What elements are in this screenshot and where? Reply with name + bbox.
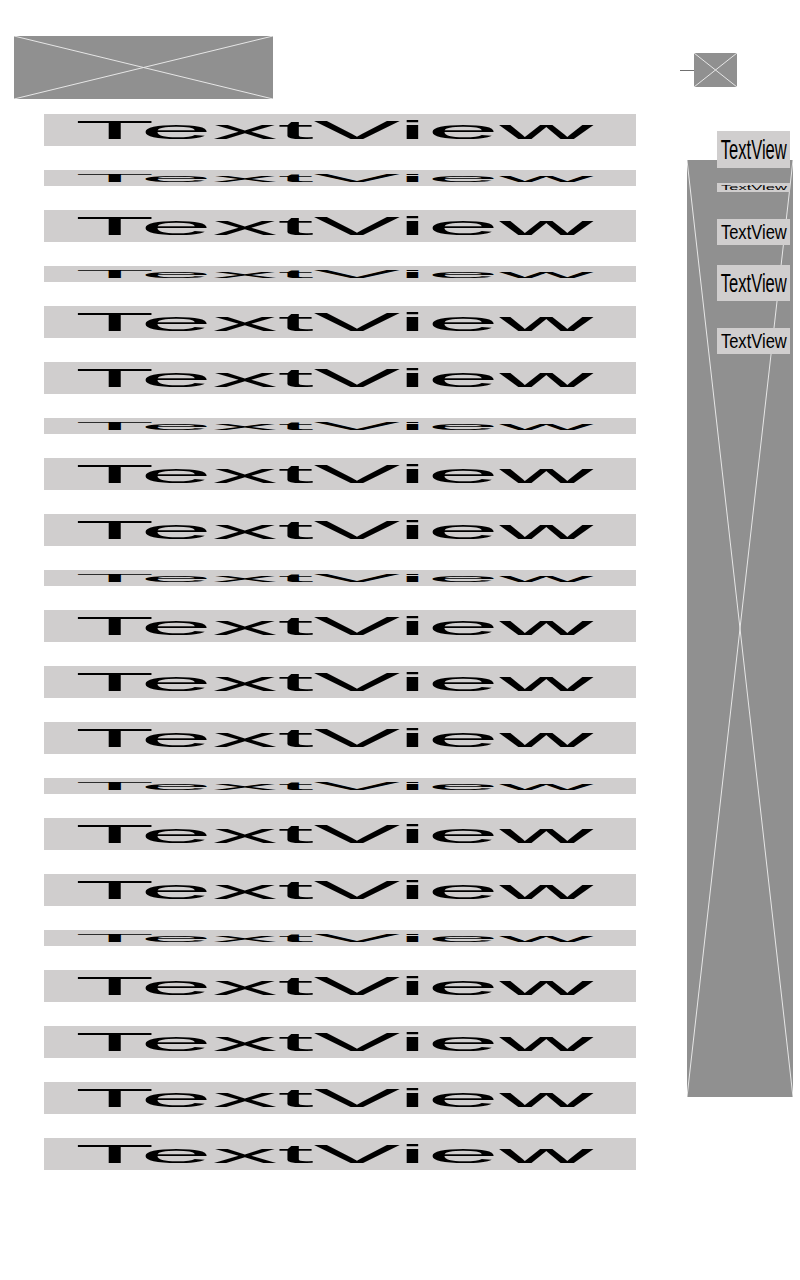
connector-line	[680, 70, 694, 71]
text-view[interactable]: TextView	[44, 306, 636, 338]
text-view-label: TextView	[75, 1141, 593, 1167]
text-view[interactable]: TextView	[44, 874, 636, 906]
text-view[interactable]: TextView	[44, 666, 636, 698]
text-view-label: TextView	[75, 877, 593, 903]
text-view[interactable]: TextView	[44, 418, 636, 434]
text-view-label: TextView	[75, 1085, 593, 1111]
text-view[interactable]: TextView	[44, 610, 636, 642]
text-view[interactable]: TextView	[44, 570, 636, 586]
right-text-stack: TextView TextView TextView TextView TextView	[717, 131, 790, 354]
text-view-label: TextView	[75, 933, 593, 944]
text-view[interactable]: TextView	[717, 183, 790, 192]
text-view-label: TextView	[721, 270, 787, 296]
right-column: TextView TextView TextView TextView TextView	[660, 0, 800, 1280]
text-view-label: TextView	[75, 725, 593, 751]
text-view-label: TextView	[75, 461, 593, 487]
text-view-list: TextView TextView TextView TextView TextView…	[44, 114, 636, 1170]
text-view[interactable]: TextView	[44, 266, 636, 282]
text-view[interactable]: TextView	[44, 458, 636, 490]
text-view-label: TextView	[75, 365, 593, 391]
text-view-label: TextView	[721, 331, 787, 351]
text-view-label: TextView	[75, 781, 593, 792]
text-view[interactable]: TextView	[44, 514, 636, 546]
text-view[interactable]: TextView	[717, 131, 790, 168]
text-view-label: TextView	[75, 613, 593, 639]
text-view[interactable]: TextView	[717, 328, 790, 354]
small-image-view[interactable]	[694, 53, 737, 87]
text-view-label: TextView	[721, 136, 787, 164]
text-view-label: TextView	[75, 821, 593, 847]
text-view[interactable]: TextView	[44, 970, 636, 1002]
text-view[interactable]: TextView	[44, 1082, 636, 1114]
placeholder-cross-icon	[694, 53, 737, 87]
text-view[interactable]: TextView	[44, 722, 636, 754]
text-view-label: TextView	[75, 269, 593, 280]
small-image-row	[680, 53, 800, 87]
text-view-label: TextView	[75, 573, 593, 584]
text-view[interactable]: TextView	[44, 778, 636, 794]
text-view[interactable]: TextView	[44, 930, 636, 946]
text-view-label: TextView	[721, 184, 787, 192]
text-view[interactable]: TextView	[44, 114, 636, 146]
text-view-label: TextView	[75, 973, 593, 999]
text-view[interactable]: TextView	[44, 1026, 636, 1058]
text-view[interactable]: TextView	[717, 219, 790, 245]
text-view-label: TextView	[75, 1029, 593, 1055]
text-view-label: TextView	[721, 222, 787, 242]
text-view-label: TextView	[75, 669, 593, 695]
text-view[interactable]: TextView	[717, 265, 790, 301]
text-view[interactable]: TextView	[44, 1138, 636, 1170]
layout-preview: TextViewTextViewTextViewTextViewTextView…	[0, 0, 800, 1280]
text-view[interactable]: TextView	[44, 170, 636, 186]
text-view-label: TextView	[75, 309, 593, 335]
text-view[interactable]: TextView	[44, 210, 636, 242]
image-view[interactable]	[14, 36, 273, 99]
text-view-label: TextView	[75, 173, 593, 184]
left-column: TextView TextView TextView TextView TextView…	[0, 0, 660, 1280]
placeholder-cross-icon	[14, 36, 273, 99]
text-view-label: TextView	[75, 117, 593, 143]
text-view-label: TextView	[75, 517, 593, 543]
text-view[interactable]: TextView	[44, 362, 636, 394]
text-view-label: TextView	[75, 421, 593, 432]
text-view[interactable]: TextView	[44, 818, 636, 850]
text-view-label: TextView	[75, 213, 593, 239]
